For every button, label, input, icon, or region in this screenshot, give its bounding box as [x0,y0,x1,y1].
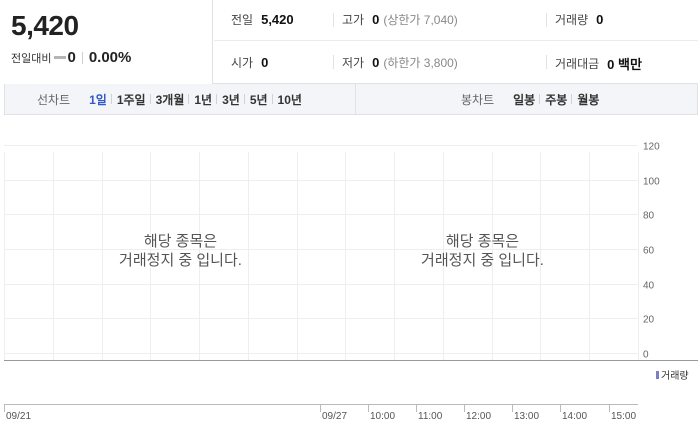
candle-period-tab[interactable]: 일봉 [508,91,540,108]
x-tick-label: 13:00 [514,411,539,422]
volume-legend-label: 거래량 [661,371,689,382]
stats-divider [546,55,547,69]
chart-toolbar: 선차트 1일 1주일 3개월 1년 3년 5년 10년 봉차트 일봉 주봉 월봉 [4,84,698,115]
volume-legend: 거래량 [656,367,689,382]
stat-label: 저가 [342,56,365,70]
y-tick-label: 80 [643,211,655,222]
period-tab[interactable]: 1년 [188,91,217,108]
stats-divider [333,13,334,27]
stat-lower-limit: (하한가 3,800) [383,56,458,70]
y-tick-label: 60 [643,246,655,257]
stat-value: 0 [261,55,269,70]
halt-message-line: 해당 종목은 [143,233,218,250]
x-tick-label: 11:00 [418,411,443,422]
current-price-box: 5,420 전일대비 0 0.00% [0,0,213,84]
flat-change-icon [54,56,67,59]
stats-row-divider [214,40,698,41]
stats-divider [333,55,334,69]
change-label: 전일대비 [11,52,52,65]
period-tab[interactable]: 1주일 [110,91,151,108]
stat-value: 0 [372,12,380,27]
price-chart: 120 100 80 60 40 20 0 09/21 09/27 10:00 11:00 12:00… [0,115,698,428]
stat-label: 거래대금 [555,57,600,71]
x-tick-label: 09/21 [6,411,31,422]
candle-period-tab[interactable]: 주봉 [539,91,572,108]
candle-period-tab[interactable]: 월봉 [571,91,604,108]
change-value: 0 [67,49,76,66]
stat-label: 고가 [342,13,365,27]
y-tick-label: 20 [643,315,655,326]
current-price: 5,420 [11,10,79,41]
stat-value: 5,420 [261,12,294,27]
volume-legend-swatch [656,370,659,379]
stat-low: 저가 0 (하한가 3,800) [342,54,458,71]
stat-high: 고가 0 (상한가 7,040) [342,11,458,28]
candle-chart-label: 봉차트 [461,92,495,107]
stat-label: 시가 [231,56,254,70]
price-chart-canvas: 120 100 80 60 40 20 0 09/21 09/27 10:00 11:00 12:00… [4,142,698,422]
stat-label: 전일 [231,13,254,27]
line-chart-periods: 선차트 1일 1주일 3개월 1년 3년 5년 10년 [37,84,307,114]
period-tab[interactable]: 10년 [271,91,307,108]
stat-volume: 거래량 0 [555,11,603,28]
y-tick-label: 40 [643,281,655,292]
change-divider [81,51,83,64]
stat-label: 거래량 [555,13,589,27]
x-tick-label: 15:00 [611,411,636,422]
x-tick-label: 14:00 [562,411,587,422]
line-chart-label: 선차트 [37,92,71,107]
period-tab[interactable]: 3개월 [149,91,190,108]
period-tab[interactable]: 5년 [243,91,273,108]
stat-open: 시가 0 [231,54,268,71]
stat-prev-close: 전일 5,420 [231,11,294,28]
x-tick-label: 12:00 [466,411,491,422]
stat-trade-value: 거래대금 0 백만 [555,54,642,73]
stat-value: 0 [596,12,604,27]
halt-message-line: 해당 종목은 [445,233,520,250]
stat-value: 0 백만 [607,57,642,72]
trading-halt-message-right: 해당 종목은 거래정지 중 입니다. [330,232,635,270]
period-tab[interactable]: 1일 [84,91,112,108]
candle-chart-periods: 봉차트 일봉 주봉 월봉 [461,84,604,114]
price-change-row: 전일대비 0 0.00% [11,49,131,66]
period-tab[interactable]: 3년 [216,91,245,108]
stock-summary-panel: 5,420 전일대비 0 0.00% 전일 5,420 고가 0 (상한가 7,… [0,0,698,84]
stat-value: 0 [372,55,380,70]
x-tick-label: 09/27 [322,411,347,422]
y-tick-label: 0 [643,350,649,361]
y-tick-label: 100 [643,177,660,188]
stats-divider [546,13,547,27]
stat-upper-limit: (상한가 7,040) [383,13,458,27]
change-rate: 0.00% [88,49,132,66]
toolbar-divider [355,84,356,114]
x-tick-label: 10:00 [370,411,395,422]
halt-message-line: 거래정지 중 입니다. [421,252,544,269]
y-tick-label: 120 [643,142,660,153]
halt-message-line: 거래정지 중 입니다. [119,252,242,269]
trading-halt-message-left: 해당 종목은 거래정지 중 입니다. [28,232,333,270]
